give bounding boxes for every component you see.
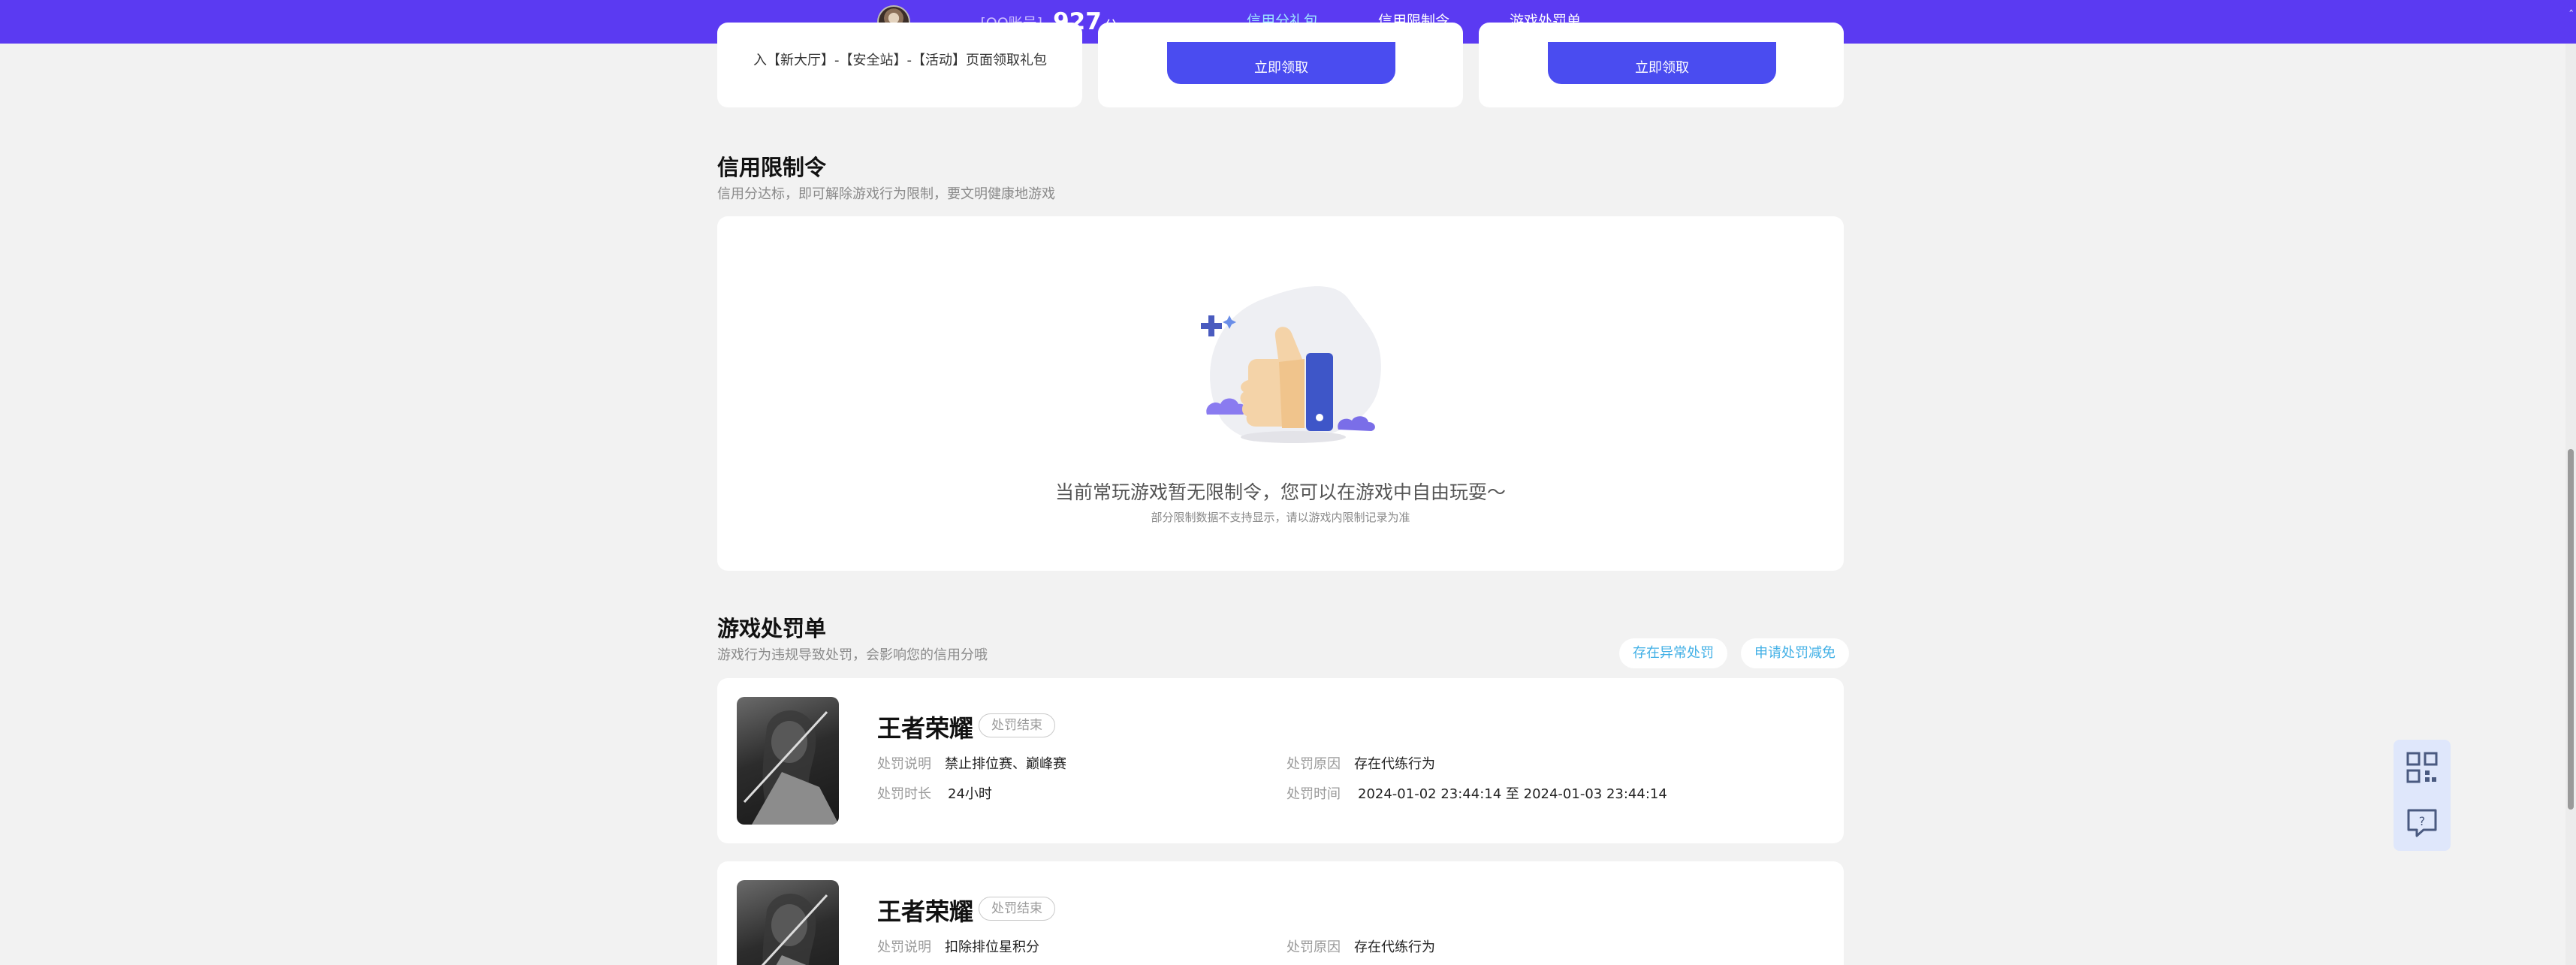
gift-card-3: 立即领取: [1479, 23, 1844, 107]
credit-page: . . . [QQ账号] 927 分 信用分礼包 信用限制令 游戏处罚单 ‸ 入…: [0, 0, 2576, 965]
status-badge: 处罚结束: [979, 897, 1055, 921]
penalty-card: 王者荣耀 处罚结束 处罚说明 禁止排位赛、巅峰赛 处罚时长 24小时 处罚原因 …: [717, 678, 1844, 843]
value-penalty-reason: 存在代练行为: [1354, 939, 1435, 955]
claim-button[interactable]: 立即领取: [1167, 42, 1395, 84]
game-cover-image: [737, 697, 839, 825]
label-penalty-reason: 处罚原因: [1286, 939, 1341, 955]
value-penalty-duration: 24小时: [948, 786, 992, 802]
game-name: 王者荣耀: [877, 714, 974, 743]
label-penalty-duration: 处罚时长: [877, 786, 931, 802]
empty-state-note: 部分限制数据不支持显示，请以游戏内限制记录为准: [1151, 511, 1410, 524]
label-penalty-reason: 处罚原因: [1286, 756, 1341, 772]
label-penalty-desc: 处罚说明: [877, 939, 931, 955]
game-character-icon: [743, 710, 839, 825]
game-cover-image: [737, 880, 839, 965]
section-title-penalty: 游戏处罚单: [717, 616, 827, 641]
help-button[interactable]: ?: [2394, 795, 2451, 851]
qr-code-icon: [2406, 752, 2438, 783]
value-penalty-desc: 禁止排位赛、巅峰赛: [945, 756, 1066, 772]
abnormal-penalty-button[interactable]: 存在异常处罚: [1619, 638, 1727, 668]
value-penalty-time: 2024-01-02 23:44:14 至 2024-01-03 23:44:1…: [1358, 786, 1667, 802]
claim-button[interactable]: 立即领取: [1548, 42, 1776, 84]
thumbs-up-illustration: [1201, 286, 1381, 443]
label-penalty-time: 处罚时间: [1286, 786, 1341, 802]
status-badge: 处罚结束: [979, 713, 1055, 737]
qr-code-button[interactable]: [2394, 740, 2451, 795]
corner-marker: ‸: [2569, 0, 2573, 12]
section-subtitle-restriction: 信用分达标，即可解除游戏行为限制，要文明健康地游戏: [717, 186, 1055, 202]
scrollbar-track[interactable]: [2565, 44, 2576, 965]
svg-text:?: ?: [2419, 814, 2426, 828]
gift-card-text: 入【新大厅】-【安全站】-【活动】页面领取礼包: [753, 53, 1047, 68]
apply-reduction-button[interactable]: 申请处罚减免: [1741, 638, 1849, 668]
gift-card-2: 立即领取: [1098, 23, 1463, 107]
help-chat-icon: ?: [2407, 809, 2437, 837]
restriction-empty-card: 当前常玩游戏暂无限制令，您可以在游戏中自由玩耍～ 部分限制数据不支持显示，请以游…: [717, 216, 1844, 571]
game-name: 王者荣耀: [877, 897, 974, 926]
value-penalty-reason: 存在代练行为: [1354, 756, 1435, 772]
label-penalty-desc: 处罚说明: [877, 756, 931, 772]
value-penalty-desc: 扣除排位星积分: [945, 939, 1039, 955]
penalty-card: 王者荣耀 处罚结束 处罚说明 扣除排位星积分 处罚原因 存在代练行为: [717, 861, 1844, 965]
section-subtitle-penalty: 游戏行为违规导致处罚，会影响您的信用分哦: [717, 647, 988, 663]
section-title-restriction: 信用限制令: [717, 155, 827, 180]
game-character-icon: [761, 894, 828, 965]
gift-card-1: 入【新大厅】-【安全站】-【活动】页面领取礼包: [717, 23, 1082, 107]
empty-state-message: 当前常玩游戏暂无限制令，您可以在游戏中自由玩耍～: [1054, 481, 1506, 503]
scrollbar-thumb[interactable]: [2568, 449, 2574, 810]
